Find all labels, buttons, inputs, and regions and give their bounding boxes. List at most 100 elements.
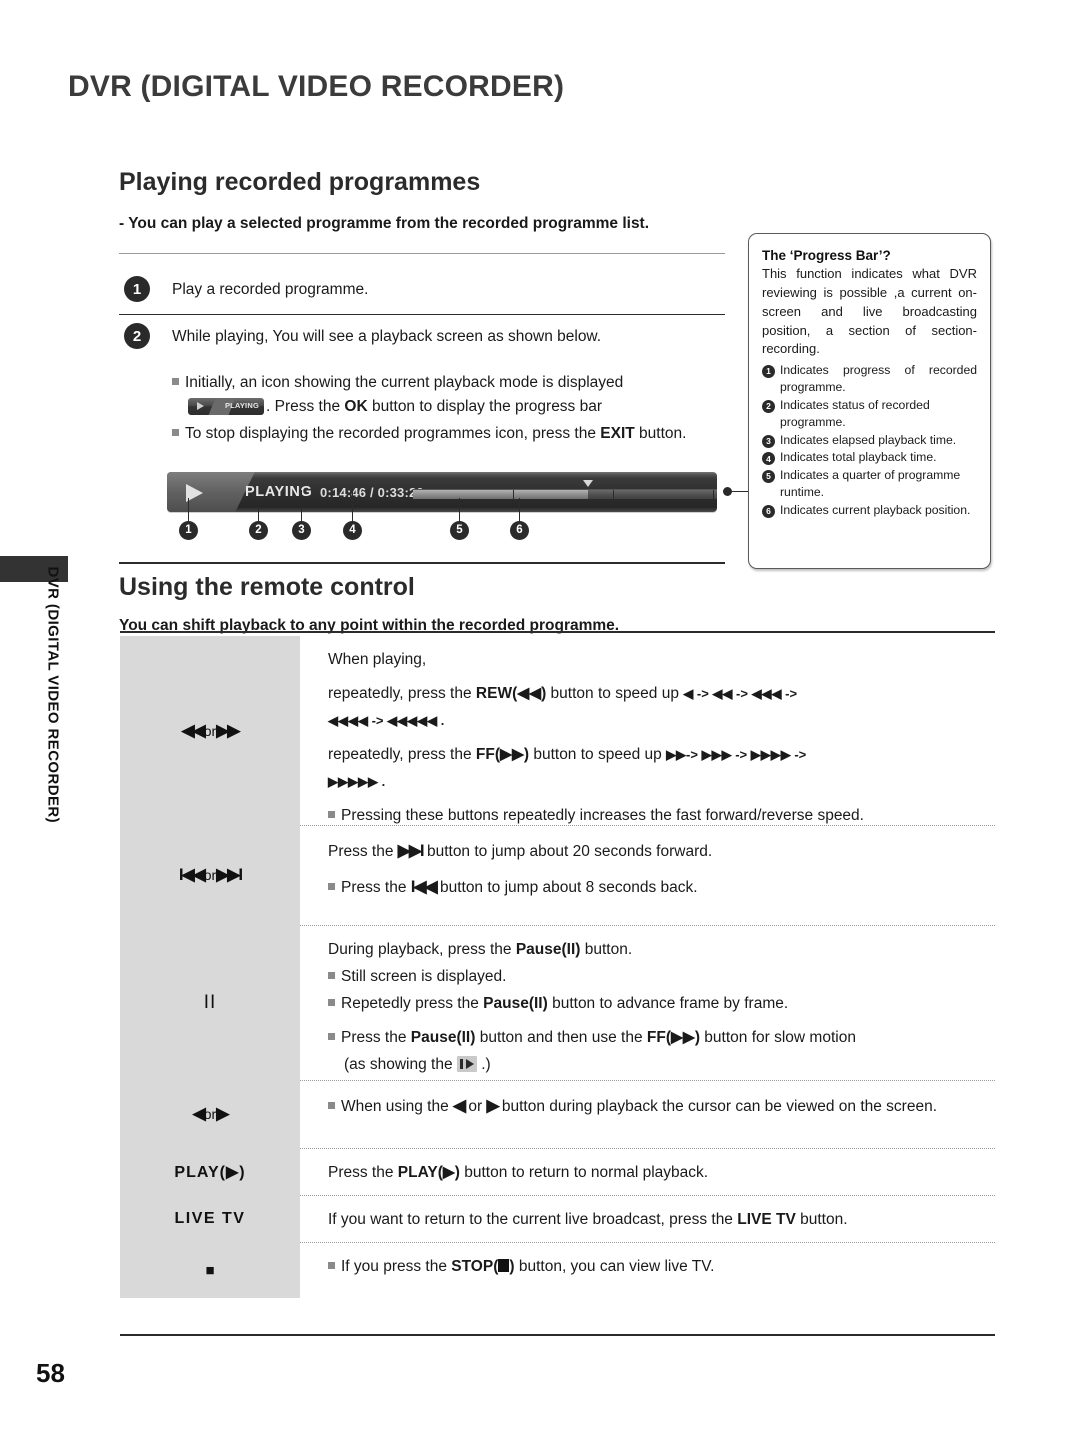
leader-line bbox=[352, 490, 353, 522]
key-pause: Pause(II) bbox=[515, 941, 581, 958]
key-live-tv: LIVE TV bbox=[737, 1211, 796, 1228]
row-key-skip: I◀◀ or ▶▶I bbox=[120, 825, 300, 925]
info-box-body: This function indicates what DVR reviewi… bbox=[762, 266, 977, 357]
leader-line bbox=[258, 498, 259, 522]
callout-6: 6 bbox=[510, 521, 529, 540]
leader-line bbox=[301, 490, 302, 522]
row-key-pause: II bbox=[120, 925, 300, 1080]
square-bullet-icon bbox=[328, 1033, 335, 1041]
table-row-cursor: ◀ or ▶ When using the ◀ or ▶ button duri… bbox=[120, 1080, 995, 1148]
line-rew-seq-2: ◀◀◀◀ -> ◀◀◀◀◀ . bbox=[328, 713, 445, 729]
info-box-title: The ‘Progress Bar’? bbox=[762, 248, 891, 263]
callout-4: 4 bbox=[343, 521, 362, 540]
info-box-item: 1 Indicates progress of recorded program… bbox=[762, 362, 977, 396]
ff-speed-sequence: ▶▶-> ▶▶▶ -> ▶▶▶▶ -> bbox=[666, 747, 807, 763]
remote-control-table: ◀◀ or ▶▶ When playing, repeatedly, press… bbox=[120, 636, 995, 1298]
key-ok: OK bbox=[344, 398, 368, 415]
row-value-skip: Press the ▶▶I button to jump about 20 se… bbox=[300, 825, 995, 925]
note-frame-advance: Repetedly press the Pause(II) button to … bbox=[328, 992, 995, 1016]
rew-speed-sequence: ◀ -> ◀◀ -> ◀◀◀ -> bbox=[683, 686, 798, 702]
right-arrow-icon: ▶ bbox=[486, 1096, 500, 1115]
info-box-list: 1 Indicates progress of recorded program… bbox=[762, 362, 977, 518]
info-item-number: 5 bbox=[762, 470, 775, 484]
section-heading-remote: Using the remote control bbox=[119, 573, 415, 601]
page-number: 58 bbox=[36, 1358, 65, 1388]
square-bullet-icon bbox=[328, 1102, 335, 1109]
line-live-tv: If you want to return to the current liv… bbox=[328, 1211, 848, 1228]
playing-mode-badge: PLAYING bbox=[188, 398, 264, 415]
divider bbox=[120, 1334, 995, 1336]
note-still-screen: Still screen is displayed. bbox=[328, 965, 995, 989]
square-bullet-icon bbox=[328, 1262, 335, 1269]
note-slow-motion: Press the Pause(II) button and then use … bbox=[328, 1026, 995, 1050]
section-heading-playing: Playing recorded programmes bbox=[119, 168, 481, 196]
stop-square-icon bbox=[498, 1259, 510, 1272]
square-bullet-icon bbox=[328, 811, 335, 819]
row-value-rew-ff: When playing, repeatedly, press the REW(… bbox=[300, 636, 995, 825]
square-bullet-icon bbox=[172, 429, 179, 436]
right-arrow-icon: ▶ bbox=[216, 1104, 229, 1123]
ff-icon: ▶▶ bbox=[216, 720, 240, 740]
key-pause: Pause(II) bbox=[410, 1029, 476, 1047]
divider bbox=[119, 253, 725, 254]
note-slow-motion-line2: (as showing the .) bbox=[344, 1056, 491, 1074]
left-arrow-icon: ◀ bbox=[453, 1096, 466, 1115]
info-box-item: 6 Indicates current playback position. bbox=[762, 502, 977, 519]
row-key-cursor: ◀ or ▶ bbox=[120, 1080, 300, 1148]
info-item-number: 2 bbox=[762, 399, 775, 413]
side-tab-label: DVR (DIGITAL VIDEO RECORDER) bbox=[44, 566, 62, 824]
play-key-label: PLAY(▶) bbox=[174, 1163, 246, 1181]
table-row-pause: II During playback, press the Pause(II) … bbox=[120, 925, 995, 1080]
progress-bar-fill bbox=[413, 490, 588, 499]
callout-1: 1 bbox=[179, 521, 198, 540]
pause-icon: II bbox=[203, 991, 217, 1013]
square-bullet-icon bbox=[328, 999, 335, 1007]
sub-bullet-exit: To stop displaying the recorded programm… bbox=[172, 425, 686, 443]
progress-bar-time: 0:14:46 / 0:33:20 bbox=[320, 485, 424, 500]
info-item-number: 3 bbox=[762, 434, 775, 448]
progress-bar-quarter-tick bbox=[713, 490, 714, 499]
sub-bullet-press-ok: PLAYING . Press the OK button to display… bbox=[188, 398, 602, 416]
table-row-live-tv: LIVE TV If you want to return to the cur… bbox=[120, 1195, 995, 1242]
info-box-item: 3 Indicates elapsed playback time. bbox=[762, 432, 977, 449]
info-box-item: 5 Indicates a quarter of programme runti… bbox=[762, 467, 977, 501]
stop-icon: ■ bbox=[205, 1261, 215, 1279]
key-exit: EXIT bbox=[600, 425, 635, 442]
row-key-live-tv: LIVE TV bbox=[120, 1195, 300, 1242]
table-row-rew-ff: ◀◀ or ▶▶ When playing, repeatedly, press… bbox=[120, 636, 995, 825]
page-title: DVR (DIGITAL VIDEO RECORDER) bbox=[68, 70, 565, 103]
progress-bar-quarter-tick bbox=[613, 490, 614, 499]
leader-line bbox=[188, 498, 189, 522]
line-rew: repeatedly, press the REW(◀◀) button to … bbox=[328, 685, 798, 703]
square-bullet-icon bbox=[328, 883, 335, 891]
line-when-playing: When playing, bbox=[328, 651, 427, 668]
key-stop: STOP( bbox=[451, 1258, 499, 1275]
callout-2: 2 bbox=[249, 521, 268, 540]
leader-line bbox=[519, 498, 520, 522]
step-text-1: Play a recorded programme. bbox=[172, 281, 369, 298]
progress-bar-quarter-tick bbox=[513, 490, 514, 499]
connector-dot bbox=[723, 487, 732, 496]
info-box-item: 2 Indicates status of recorded programme… bbox=[762, 397, 977, 431]
row-value-pause: During playback, press the Pause(II) but… bbox=[300, 925, 995, 1080]
step-text-2: While playing, You will see a playback s… bbox=[172, 328, 602, 345]
badge-label: PLAYING bbox=[224, 401, 259, 410]
key-skip-back: I◀◀ bbox=[410, 877, 438, 897]
progress-bar-remaining bbox=[588, 490, 717, 499]
key-ff: FF(▶▶) bbox=[646, 1029, 700, 1047]
key-skip-forward: ▶▶I bbox=[397, 841, 425, 860]
callout-5: 5 bbox=[450, 521, 469, 540]
key-rew: REW(◀◀) bbox=[475, 685, 547, 703]
info-box-item: 4 Indicates total playback time. bbox=[762, 449, 977, 466]
leader-line bbox=[459, 498, 460, 522]
play-triangle-icon bbox=[197, 402, 204, 410]
progress-bar-graphic: PLAYING 0:14:46 / 0:33:20 bbox=[167, 472, 717, 512]
table-row-play: PLAY(▶) Press the PLAY(▶) button to retu… bbox=[120, 1148, 995, 1195]
line-skip-forward: Press the ▶▶I button to jump about 20 se… bbox=[328, 841, 713, 860]
row-value-play: Press the PLAY(▶) button to return to no… bbox=[300, 1148, 995, 1195]
left-arrow-icon: ◀ bbox=[192, 1104, 206, 1123]
progress-bar-status: PLAYING bbox=[245, 484, 313, 500]
live-tv-key-label: LIVE TV bbox=[174, 1209, 246, 1227]
info-item-text: Indicates a quarter of programme runtime… bbox=[780, 468, 961, 500]
note-cursor: When using the ◀ or ▶ button during play… bbox=[328, 1093, 995, 1119]
